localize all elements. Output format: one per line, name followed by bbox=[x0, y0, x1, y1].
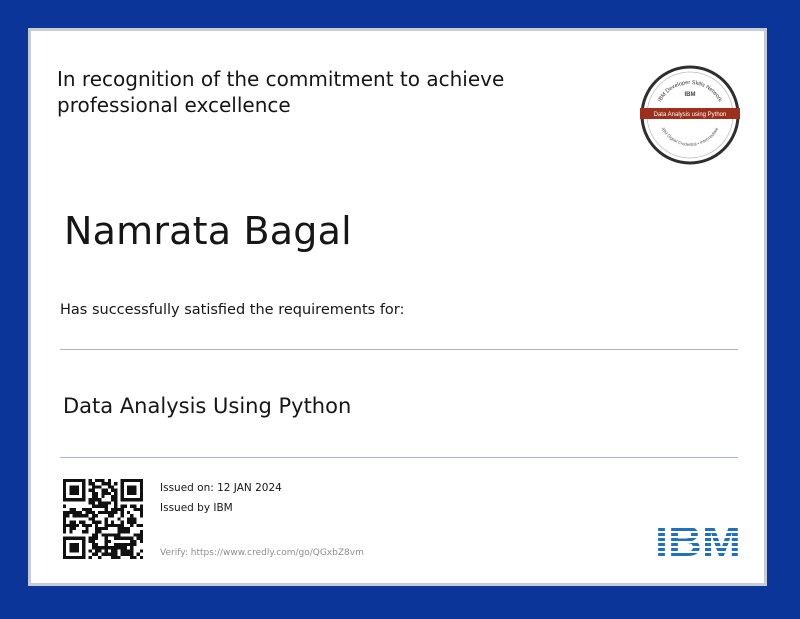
badge-title: Data Analysis using Python bbox=[654, 112, 727, 118]
recipient-name: Namrata Bagal bbox=[64, 209, 352, 253]
credential-badge: IBM Developer Skills Network IBM Data An… bbox=[640, 65, 740, 165]
issued-on-date: Issued on: 12 JAN 2024 bbox=[160, 482, 282, 494]
ibm-logo: IBM bbox=[655, 523, 741, 558]
course-title: Data Analysis Using Python bbox=[63, 394, 352, 418]
certificate-card: In recognition of the commitment to achi… bbox=[28, 28, 767, 586]
divider-top bbox=[60, 349, 738, 350]
recognition-line-1: In recognition of the commitment to achi… bbox=[57, 67, 505, 91]
qr-code-icon[interactable] bbox=[63, 479, 143, 559]
requirement-text: Has successfully satisfied the requireme… bbox=[60, 302, 405, 318]
badge-brand: IBM bbox=[685, 92, 696, 98]
issued-by: Issued by IBM bbox=[160, 502, 233, 514]
recognition-line-2: professional excellence bbox=[57, 93, 291, 117]
ibm-logo-text: IBM bbox=[655, 523, 741, 558]
divider-bottom bbox=[60, 457, 738, 458]
recognition-text: In recognition of the commitment to achi… bbox=[57, 66, 577, 118]
verify-link[interactable]: Verify: https://www.credly.com/go/QGxbZ8… bbox=[160, 548, 364, 558]
